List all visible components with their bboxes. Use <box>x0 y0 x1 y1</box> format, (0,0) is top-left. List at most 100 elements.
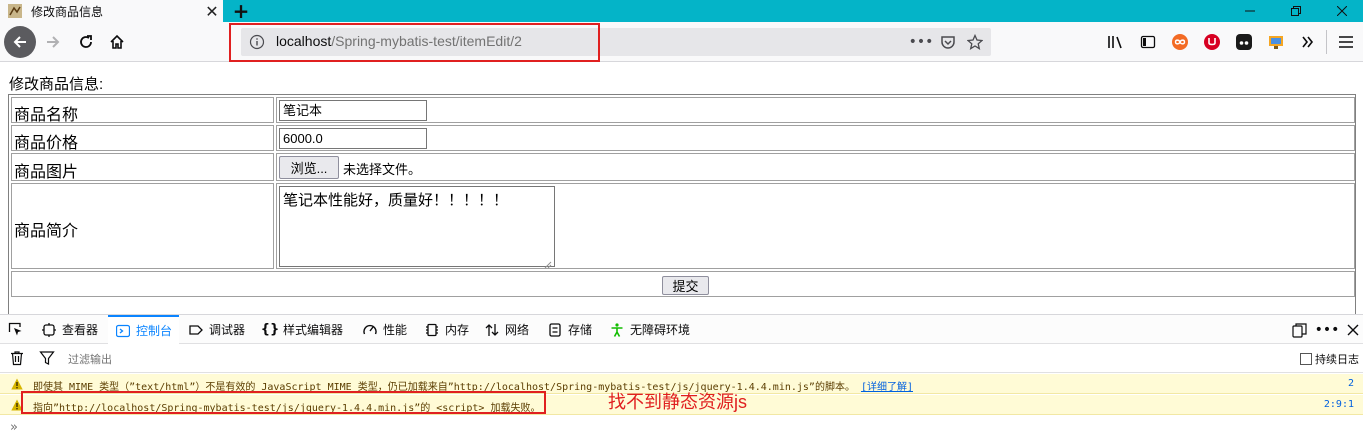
toolbar-divider <box>1326 30 1327 54</box>
table-row: 商品名称 笔记本 <box>11 97 1355 124</box>
tab-style-editor[interactable]: {} 样式编辑器 <box>260 315 344 344</box>
tab-strip: 修改商品信息 ✕ + <box>0 0 1363 23</box>
table-row: 商品简介 笔记本性能好，质量好！！！！！ <box>11 183 1355 269</box>
back-icon[interactable] <box>4 26 36 58</box>
close-tab-icon[interactable]: ✕ <box>201 0 223 22</box>
label-cell: 商品简介 <box>11 183 274 269</box>
extension-infinity-icon[interactable] <box>1170 32 1190 52</box>
tab-console[interactable]: 控制台 <box>108 315 180 344</box>
filter-icon <box>39 350 55 366</box>
page-actions-icon[interactable]: ••• <box>909 33 934 51</box>
tab-memory-label: 内存 <box>445 323 470 337</box>
table-row: 商品图片 浏览... 未选择文件。 <box>11 153 1355 181</box>
tab-network[interactable]: 网络 <box>484 315 529 344</box>
forward-icon[interactable] <box>37 26 69 58</box>
tab-accessibility[interactable]: 无障碍环境 <box>609 315 690 344</box>
overflow-chevron-icon[interactable] <box>1298 32 1318 52</box>
persist-logs-toggle[interactable]: 持续日志 <box>1300 351 1359 367</box>
navigation-toolbar: localhost/Spring-mybatis-test/itemEdit/2… <box>0 22 1363 62</box>
resize-grip-icon[interactable] <box>544 256 552 269</box>
warning-icon <box>11 378 23 390</box>
submit-cell: 提交 <box>11 271 1355 297</box>
performance-icon <box>362 322 378 338</box>
tab-memory[interactable]: 内存 <box>424 315 469 344</box>
console-icon <box>115 323 131 339</box>
page-heading: 修改商品信息: <box>9 76 104 93</box>
storage-icon <box>547 322 563 338</box>
tab-style-editor-label: 样式编辑器 <box>283 323 344 337</box>
minimize-window-icon[interactable] <box>1230 0 1270 22</box>
browse-file-button[interactable]: 浏览... <box>279 156 339 179</box>
item-edit-form: 商品名称 笔记本 商品价格 6000.0 商品图片 浏览... 未选择文件。 商… <box>8 94 1356 328</box>
close-devtools-icon[interactable] <box>1344 321 1362 339</box>
table-row: 商品价格 6000.0 <box>11 125 1355 152</box>
filter-output-input[interactable]: 过滤输出 <box>68 351 112 367</box>
persist-logs-label: 持续日志 <box>1315 353 1359 366</box>
tab-console-label: 控制台 <box>136 324 173 338</box>
close-window-icon[interactable] <box>1322 0 1362 22</box>
field-cell: 6000.0 <box>276 125 1355 151</box>
page-favicon-icon <box>7 3 23 19</box>
library-icon[interactable] <box>1106 32 1126 52</box>
extension-shield-icon[interactable] <box>1202 32 1222 52</box>
error-highlight-box <box>21 391 546 414</box>
accessibility-icon <box>609 322 625 338</box>
label-cell: 商品价格 <box>11 125 274 152</box>
submit-button[interactable]: 提交 <box>662 276 709 295</box>
table-row: 提交 <box>11 271 1355 297</box>
console-input-prompt[interactable]: » <box>10 420 18 435</box>
item-description-textarea[interactable]: 笔记本性能好，质量好！！！！！ <box>279 186 555 269</box>
devtools-tab-bar: 查看器 控制台 调试器 {} 样式编辑器 性能 内存 网络 存储 无障碍环境 •… <box>0 315 1363 344</box>
extension-screenshot-icon[interactable] <box>1266 32 1286 52</box>
devtools-options-icon[interactable]: ••• <box>1315 321 1340 339</box>
label-cell: 商品图片 <box>11 153 274 181</box>
persist-logs-checkbox[interactable] <box>1300 353 1312 365</box>
source-location-link[interactable]: 2 <box>1348 378 1354 389</box>
field-cell: 笔记本性能好，质量好！！！！！ <box>276 183 1355 269</box>
file-status-text: 未选择文件。 <box>343 162 422 177</box>
tab-performance[interactable]: 性能 <box>362 315 407 344</box>
element-picker-icon[interactable] <box>7 315 28 344</box>
devtools-panel: 查看器 控制台 调试器 {} 样式编辑器 性能 内存 网络 存储 无障碍环境 •… <box>0 314 1363 438</box>
debugger-icon <box>188 322 204 338</box>
style-editor-icon: {} <box>260 322 280 337</box>
sidebar-icon[interactable] <box>1138 32 1158 52</box>
item-name-input[interactable]: 笔记本 <box>279 100 427 121</box>
inspector-icon <box>41 322 57 338</box>
tab-accessibility-label: 无障碍环境 <box>630 323 691 337</box>
new-tab-icon[interactable]: + <box>230 0 252 23</box>
url-highlight-box <box>229 23 600 62</box>
tab-debugger-label: 调试器 <box>209 323 246 337</box>
tab-inspector-label: 查看器 <box>62 323 99 337</box>
tab-performance-label: 性能 <box>383 323 408 337</box>
tab-storage[interactable]: 存储 <box>547 315 592 344</box>
source-location-link[interactable]: 2:9:1 <box>1324 399 1354 410</box>
home-icon[interactable] <box>101 26 133 58</box>
clear-console-trash-icon[interactable] <box>9 350 25 366</box>
tab-inspector[interactable]: 查看器 <box>41 315 98 344</box>
memory-icon <box>424 322 440 338</box>
network-icon <box>484 322 500 338</box>
hamburger-menu-icon[interactable] <box>1336 32 1356 52</box>
reload-icon[interactable] <box>70 26 102 58</box>
extension-ghost-icon[interactable] <box>1234 32 1254 52</box>
tab-storage-label: 存储 <box>568 323 593 337</box>
tab-network-label: 网络 <box>505 323 530 337</box>
item-price-input[interactable]: 6000.0 <box>279 128 427 149</box>
page-content: 修改商品信息: 商品名称 笔记本 商品价格 6000.0 商品图片 浏览... … <box>0 63 1363 328</box>
annotation-text: 找不到静态资源js <box>608 392 747 412</box>
learn-more-link[interactable]: [详细了解] <box>861 382 913 393</box>
pocket-icon[interactable] <box>938 33 958 51</box>
description-label: 商品简介 <box>14 223 79 240</box>
browser-tab[interactable]: 修改商品信息 ✕ <box>0 0 223 22</box>
picture-label: 商品图片 <box>14 164 79 181</box>
field-cell: 笔记本 <box>276 97 1355 123</box>
description-text: 笔记本性能好，质量好！！！！！ <box>283 192 509 209</box>
restore-window-icon[interactable] <box>1276 0 1316 22</box>
name-label: 商品名称 <box>14 107 79 124</box>
price-label: 商品价格 <box>14 135 79 152</box>
bookmark-star-icon[interactable] <box>965 33 985 51</box>
field-cell: 浏览... 未选择文件。 <box>276 153 1355 181</box>
tab-debugger[interactable]: 调试器 <box>188 315 245 344</box>
dock-side-icon[interactable] <box>1290 321 1308 339</box>
